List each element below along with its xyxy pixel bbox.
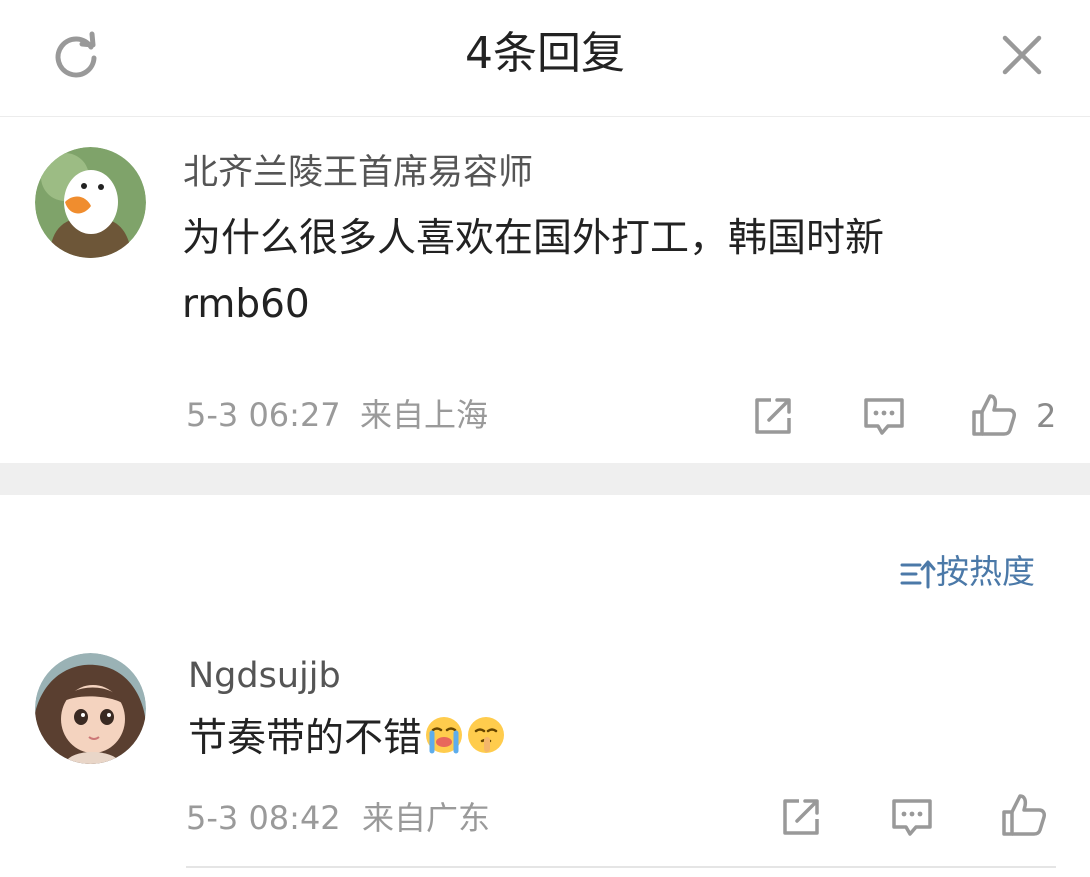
reply-location: 来自广东 [362, 799, 491, 837]
reply-text-content: 节奏带的不错 [188, 716, 423, 761]
reply-divider [186, 866, 1056, 868]
page-title: 4条回复 [465, 28, 625, 79]
comment-location: 来自上海 [360, 396, 489, 434]
comment-username[interactable]: 北齐兰陵王首席易容师 [183, 151, 533, 195]
like-count: 2 [1036, 397, 1057, 435]
reply-avatar[interactable] [35, 653, 146, 764]
reply-text: 节奏带的不错 [188, 706, 506, 772]
comment-time: 5-3 06:27 [186, 396, 341, 434]
sort-icon [900, 560, 936, 588]
close-icon[interactable] [1000, 33, 1044, 77]
comment-text-line-1: 为什么很多人喜欢在国外打工，韩国时新 [182, 216, 885, 261]
thumbs-up-icon[interactable] [970, 392, 1018, 438]
user-avatar[interactable] [35, 147, 146, 258]
comment-icon[interactable] [890, 797, 934, 839]
shushing-face-emoji [468, 717, 505, 753]
reply-time: 5-3 08:42 [186, 799, 341, 837]
comment-icon[interactable] [862, 396, 906, 438]
share-icon[interactable] [780, 796, 822, 838]
section-divider [0, 463, 1090, 495]
main-comment: 北齐兰陵王首席易容师 为什么很多人喜欢在国外打工，韩国时新 rmb60 5-3 … [0, 117, 1090, 463]
crying-face-emoji [426, 717, 463, 754]
sort-label: 按热度 [936, 552, 1035, 591]
comment-text-line-2: rmb60 [182, 282, 310, 327]
sort-by-heat-button[interactable]: 按热度 [900, 552, 1035, 592]
reply-username[interactable]: Ngdsujjb [188, 654, 341, 698]
thumbs-up-icon[interactable] [1000, 792, 1048, 838]
header-bar: 4条回复 [0, 0, 1090, 117]
share-icon[interactable] [752, 395, 794, 437]
